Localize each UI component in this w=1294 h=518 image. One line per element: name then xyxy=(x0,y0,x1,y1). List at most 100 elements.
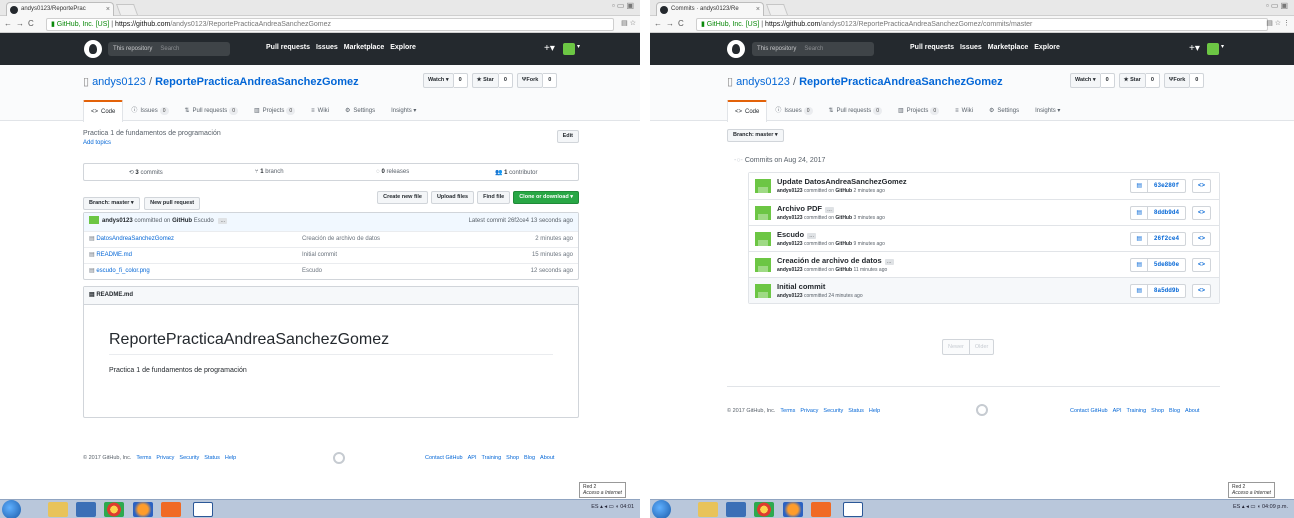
browse-tree-button[interactable]: <> xyxy=(1191,232,1211,246)
star-count[interactable]: 0 xyxy=(498,73,513,88)
media-player-icon[interactable] xyxy=(76,502,96,517)
nav-marketplace[interactable]: Marketplace xyxy=(344,44,384,51)
system-tray[interactable]: ES ▴ ◂ ▭ ◖ 04:09 p.m. xyxy=(1233,504,1288,510)
latest-commit-info[interactable]: Latest commit 26f2ce4 13 seconds ago xyxy=(469,213,573,230)
commit-user-link[interactable]: andys0123 xyxy=(777,241,803,247)
github-footer-logo-icon[interactable] xyxy=(333,452,345,464)
repo-name-link[interactable]: ReportePracticaAndreaSanchezGomez xyxy=(155,76,359,88)
footer-help[interactable]: Help xyxy=(225,455,236,461)
explorer-icon[interactable] xyxy=(48,502,68,517)
footer-training[interactable]: Training xyxy=(1126,408,1146,414)
commit-sha-link[interactable]: 5de8b0e xyxy=(1147,258,1186,272)
footer-shop[interactable]: Shop xyxy=(1151,408,1164,414)
tab-wiki[interactable]: ≡ Wiki xyxy=(947,100,981,121)
browse-tree-button[interactable]: <> xyxy=(1191,206,1211,220)
footer-training[interactable]: Training xyxy=(481,455,501,461)
close-tab-icon[interactable]: × xyxy=(756,3,760,16)
nav-pull-requests[interactable]: Pull requests xyxy=(266,44,310,51)
fork-count[interactable]: 0 xyxy=(543,73,558,88)
footer-security[interactable]: Security xyxy=(823,408,843,414)
fork-count[interactable]: 0 xyxy=(1190,73,1205,88)
tab-settings[interactable]: ⚙ Settings xyxy=(337,100,383,121)
commit-message-link[interactable]: Escudo xyxy=(777,230,804,239)
ellipsis-button[interactable]: … xyxy=(807,233,817,239)
copy-sha-button[interactable]: ▤ xyxy=(1130,232,1148,246)
watch-count[interactable]: 0 xyxy=(1100,73,1115,88)
tab-code[interactable]: <> Code xyxy=(727,100,768,122)
commit-message-link[interactable]: Archivo PDF xyxy=(777,204,822,213)
start-button-icon[interactable] xyxy=(2,500,21,518)
window-controls[interactable]: ▫▭▣ xyxy=(1266,1,1290,10)
close-tab-icon[interactable]: × xyxy=(106,3,110,16)
browser-tab[interactable]: andys0123/ReportePrac × xyxy=(6,2,114,16)
commit-sha-link[interactable]: 8a5dd9b xyxy=(1147,284,1186,298)
summary-contributors[interactable]: 👥 1 contributor xyxy=(455,169,579,176)
github-logo-icon[interactable] xyxy=(84,40,102,58)
branch-select-button[interactable]: Branch: master ▾ xyxy=(727,129,784,142)
browse-tree-button[interactable]: <> xyxy=(1191,179,1211,193)
file-name-link[interactable]: DatosAndreaSanchezGomez xyxy=(96,236,174,242)
commit-user-link[interactable]: andys0123 xyxy=(777,215,803,221)
app-icon[interactable] xyxy=(161,502,181,517)
address-bar[interactable]: ▮ GitHub, Inc. [US] | https://github.com… xyxy=(696,18,1268,31)
upload-files-button[interactable]: Upload files xyxy=(430,191,475,204)
tab-pull-requests[interactable]: ⇅ Pull requests 0 xyxy=(821,100,891,121)
watch-count[interactable]: 0 xyxy=(453,73,468,88)
system-tray[interactable]: ES ▴ ◂ ▭ ◖ 04:01 xyxy=(591,504,634,510)
copy-sha-button[interactable]: ▤ xyxy=(1130,284,1148,298)
star-button[interactable]: ★ Star xyxy=(471,73,499,88)
commit-sha-link[interactable]: 63e280f xyxy=(1147,179,1186,193)
fork-button[interactable]: ΨFork xyxy=(516,73,544,88)
footer-api[interactable]: API xyxy=(1113,408,1122,414)
media-player-icon[interactable] xyxy=(726,502,746,517)
footer-privacy[interactable]: Privacy xyxy=(156,455,174,461)
search-input[interactable]: This repository Search xyxy=(108,42,230,56)
footer-contact[interactable]: Contact GitHub xyxy=(1070,408,1108,414)
new-menu-button[interactable]: +▾ xyxy=(544,43,555,54)
footer-blog[interactable]: Blog xyxy=(1169,408,1180,414)
copy-sha-button[interactable]: ▤ xyxy=(1130,206,1148,220)
new-tab-button[interactable] xyxy=(765,4,789,15)
find-file-button[interactable]: Find file xyxy=(477,191,511,204)
tab-projects[interactable]: ▥ Projects 0 xyxy=(246,100,303,121)
nav-buttons[interactable]: ←→C xyxy=(654,19,688,28)
fork-button[interactable]: ΨFork xyxy=(1163,73,1191,88)
footer-status[interactable]: Status xyxy=(204,455,220,461)
tab-insights[interactable]: Insights ▾ xyxy=(1027,100,1068,121)
avatar[interactable] xyxy=(563,43,580,55)
browse-tree-button[interactable]: <> xyxy=(1191,284,1211,298)
ellipsis-button[interactable]: … xyxy=(884,259,894,265)
browser-tab[interactable]: Commits · andys0123/Re × xyxy=(656,2,764,16)
commit-user-link[interactable]: andys0123 xyxy=(777,293,803,299)
firefox-icon[interactable] xyxy=(783,502,803,517)
newer-button[interactable]: Newer xyxy=(942,339,970,355)
copy-sha-button[interactable]: ▤ xyxy=(1130,258,1148,272)
explorer-icon[interactable] xyxy=(698,502,718,517)
nav-issues[interactable]: Issues xyxy=(960,44,982,51)
commit-message-link[interactable]: Initial commit xyxy=(777,282,825,291)
bookmark-star-icon[interactable]: ▤ ☆ xyxy=(621,19,636,27)
search-input[interactable]: This repository Search xyxy=(752,42,874,56)
tab-projects[interactable]: ▥ Projects 0 xyxy=(890,100,947,121)
new-menu-button[interactable]: +▾ xyxy=(1189,43,1200,54)
commit-user-link[interactable]: andys0123 xyxy=(777,267,803,273)
edit-description-button[interactable]: Edit xyxy=(556,130,579,143)
footer-security[interactable]: Security xyxy=(179,455,199,461)
file-name-link[interactable]: README.md xyxy=(96,252,132,258)
commit-message-link[interactable]: Escudo xyxy=(194,218,214,224)
github-logo-icon[interactable] xyxy=(727,40,745,58)
star-button[interactable]: ★ Star xyxy=(1118,73,1146,88)
footer-contact[interactable]: Contact GitHub xyxy=(425,455,463,461)
footer-status[interactable]: Status xyxy=(848,408,864,414)
branch-select-button[interactable]: Branch: master ▾ xyxy=(83,197,140,210)
file-name-link[interactable]: escudo_fi_color.png xyxy=(96,268,149,274)
clone-download-button[interactable]: Clone or download ▾ xyxy=(513,191,579,204)
commit-message-link[interactable]: Creación de archivo de datos xyxy=(777,256,882,265)
watch-button[interactable]: Watch ▾ xyxy=(423,73,454,88)
tab-wiki[interactable]: ≡ Wiki xyxy=(303,100,337,121)
app-icon[interactable] xyxy=(811,502,831,517)
older-button[interactable]: Older xyxy=(969,339,995,355)
nav-explore[interactable]: Explore xyxy=(390,44,416,51)
tab-code[interactable]: <> Code xyxy=(83,100,124,122)
chrome-icon[interactable] xyxy=(754,502,774,517)
